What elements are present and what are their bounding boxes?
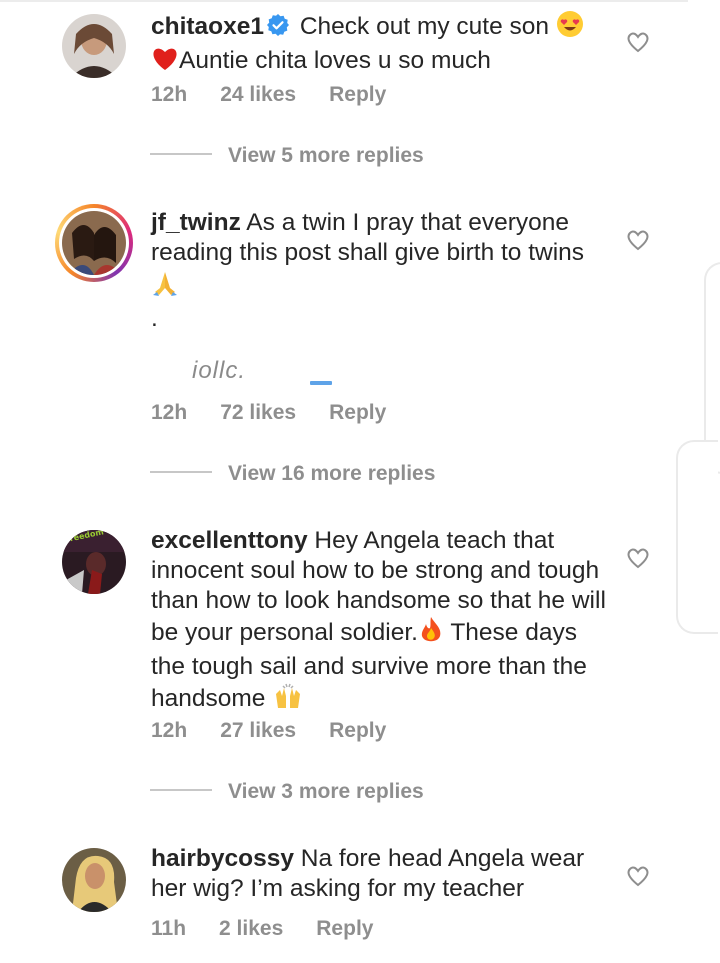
like-heart-icon[interactable] xyxy=(626,30,650,54)
comment-time: 12h xyxy=(151,401,188,424)
comment-likes[interactable]: 2 likes xyxy=(219,917,283,941)
view-more-replies-label: View 16 more replies xyxy=(228,462,436,485)
comment-time: 12h xyxy=(151,83,188,106)
avatar-photo: freedom xyxy=(62,530,126,594)
avatar[interactable]: freedom xyxy=(62,530,126,594)
comment-meta: 11h 2 likes Reply xyxy=(151,917,406,941)
verified-badge-icon xyxy=(266,13,290,45)
replies-dash xyxy=(150,471,212,474)
folded-hands-emoji-icon xyxy=(151,268,179,304)
comment-username[interactable]: excellenttony xyxy=(151,527,308,554)
like-heart-icon[interactable] xyxy=(626,546,650,570)
comment-likes[interactable]: 27 likes xyxy=(220,719,296,743)
view-more-replies-label: View 3 more replies xyxy=(228,780,424,803)
avatar-photo xyxy=(62,211,126,275)
avatar-photo xyxy=(62,14,126,78)
reply-button[interactable]: Reply xyxy=(329,83,386,107)
comment-likes[interactable]: 24 likes xyxy=(220,83,296,107)
avatar-story-ring[interactable] xyxy=(55,204,133,282)
avatar[interactable] xyxy=(62,848,126,912)
comment-likes[interactable]: 72 likes xyxy=(220,401,296,425)
red-heart-emoji-icon xyxy=(151,46,179,80)
comment-text-continued: Auntie chita loves u so much xyxy=(179,47,491,74)
comment-meta: 12h 27 likes Reply xyxy=(151,719,419,743)
fire-emoji-icon xyxy=(418,616,444,652)
view-more-replies-button[interactable]: View 16 more replies xyxy=(150,462,435,492)
faded-mark xyxy=(310,381,332,385)
comment-meta: 12h 24 likes Reply xyxy=(151,83,419,107)
view-more-replies-button[interactable]: View 3 more replies xyxy=(150,780,424,810)
heart-eyes-emoji-icon xyxy=(556,10,584,46)
reply-button[interactable]: Reply xyxy=(316,917,373,941)
replies-dash xyxy=(150,789,212,792)
comment-username[interactable]: chitaoxe1 xyxy=(151,13,264,40)
reply-button[interactable]: Reply xyxy=(329,719,386,743)
comment-time: 11h xyxy=(151,917,187,940)
faded-text: iollc. xyxy=(192,357,247,384)
like-heart-icon[interactable] xyxy=(626,864,650,888)
edge-panel-lower xyxy=(676,440,718,634)
replies-dash xyxy=(150,153,212,156)
comment-text: Check out my cute son xyxy=(293,13,556,40)
reply-button[interactable]: Reply xyxy=(329,401,386,425)
avatar[interactable] xyxy=(62,14,126,78)
comment-dot: . xyxy=(151,305,158,332)
like-heart-icon[interactable] xyxy=(626,228,650,252)
comment-username[interactable]: hairbycossy xyxy=(151,845,294,872)
view-more-replies-button[interactable]: View 5 more replies xyxy=(150,144,424,174)
raising-hands-emoji-icon xyxy=(272,682,304,718)
comment-time: 12h xyxy=(151,719,188,742)
view-more-replies-label: View 5 more replies xyxy=(228,144,424,167)
avatar-photo xyxy=(62,848,126,912)
comment-meta: 12h 72 likes Reply xyxy=(151,401,419,425)
top-divider xyxy=(0,0,688,2)
comment-username[interactable]: jf_twinz xyxy=(151,209,241,236)
